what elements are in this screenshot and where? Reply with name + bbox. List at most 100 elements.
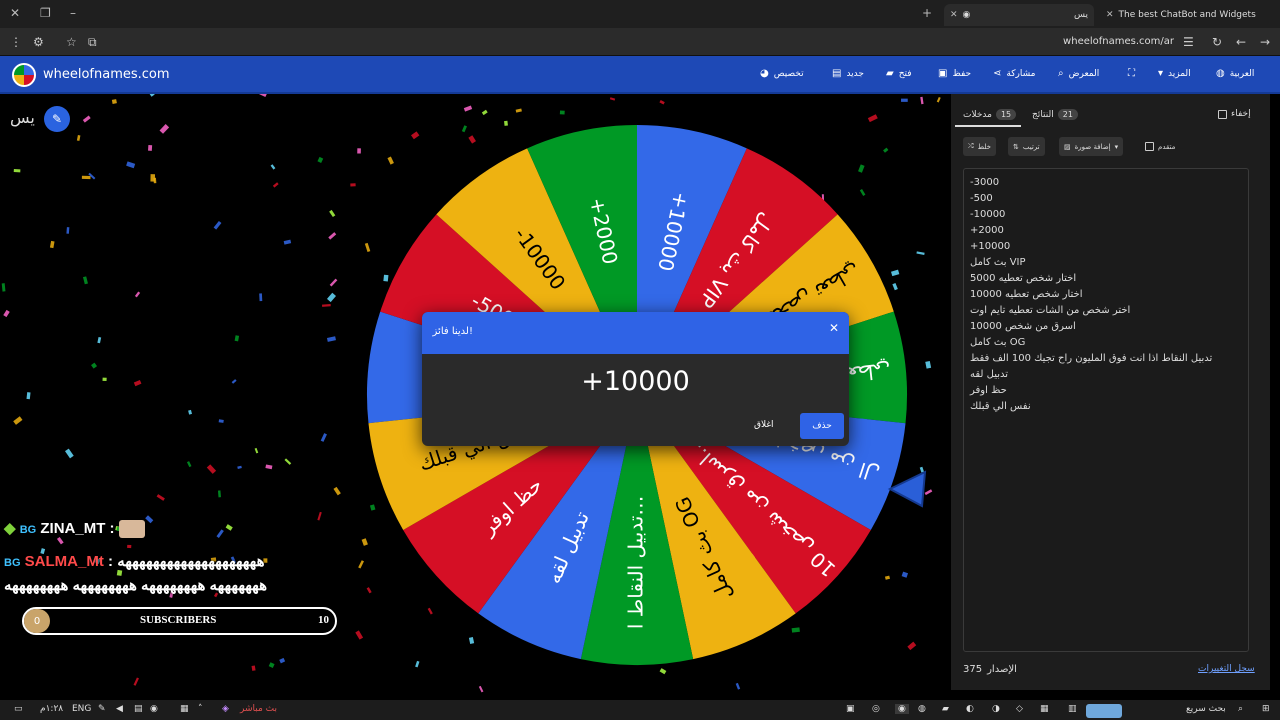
confetti-piece bbox=[461, 125, 467, 133]
record-icon[interactable]: ◉ bbox=[150, 704, 158, 714]
live-icon[interactable]: ◈ bbox=[222, 704, 229, 714]
entry-line: اختر شخص من الشات تعطيه تايم اوت bbox=[970, 305, 1131, 316]
window-close-icon[interactable]: ✕ bbox=[10, 6, 20, 20]
chat-user: SALMA_Mt bbox=[24, 553, 104, 570]
confetti-piece bbox=[478, 685, 484, 693]
confetti-piece bbox=[145, 515, 154, 524]
folder-icon[interactable]: ▰ bbox=[942, 704, 949, 714]
site-name[interactable]: wheelofnames.com bbox=[43, 67, 170, 82]
tab-entries[interactable]: مدخلات 15 bbox=[963, 109, 1017, 120]
window-minimize-icon[interactable]: – bbox=[70, 6, 76, 20]
entry-line: حظ اوفر bbox=[970, 385, 1007, 396]
confetti-piece bbox=[369, 504, 376, 511]
confetti-piece bbox=[49, 240, 55, 249]
close-button[interactable]: اغلاق bbox=[754, 420, 774, 430]
shuffle-icon: ⤮ bbox=[968, 142, 974, 150]
forward-icon[interactable]: ← bbox=[1236, 35, 1246, 49]
confetti-piece bbox=[907, 641, 917, 651]
confetti-piece bbox=[159, 124, 170, 134]
app-icon[interactable]: ▣ bbox=[846, 704, 855, 714]
nav-language[interactable]: ◍ العربية bbox=[1216, 68, 1254, 79]
entry-line: نفس الي قبلك bbox=[970, 401, 1031, 412]
confetti-piece bbox=[468, 637, 475, 645]
tab-results[interactable]: النتائج 21 bbox=[1032, 109, 1078, 120]
advanced-checkbox[interactable] bbox=[1145, 142, 1154, 151]
new-tab-icon[interactable]: + bbox=[922, 6, 932, 20]
folder-icon: ▰ bbox=[886, 68, 894, 79]
close-icon[interactable]: ✕ bbox=[950, 10, 958, 20]
shuffle-button[interactable]: ⤮ خلط bbox=[963, 137, 996, 156]
advanced-toggle[interactable]: متقدم bbox=[1140, 137, 1180, 156]
changelog-link[interactable]: سجل التغييرات bbox=[1198, 664, 1255, 674]
menu-icon[interactable]: ⋮ bbox=[10, 35, 22, 49]
live-label[interactable]: بث مباشر bbox=[240, 704, 277, 714]
hide-checkbox[interactable] bbox=[1218, 109, 1227, 119]
nav-new[interactable]: ▤ جديد bbox=[832, 68, 864, 79]
battery-icon[interactable]: ▦ bbox=[180, 704, 189, 714]
app-icon[interactable]: ▥ bbox=[1068, 704, 1077, 714]
confetti-piece bbox=[328, 232, 337, 240]
remove-button[interactable]: حذف bbox=[800, 413, 844, 439]
confetti-piece bbox=[217, 490, 221, 498]
confetti-piece bbox=[463, 105, 473, 112]
hide-toggle[interactable]: إخفاء bbox=[1218, 109, 1251, 119]
bookmark-star-icon[interactable]: ☆ bbox=[66, 35, 77, 49]
app-icon[interactable]: ◇ bbox=[1016, 704, 1023, 714]
tab-label: The best ChatBot and Widgets bbox=[1118, 10, 1256, 20]
nav-save[interactable]: ▣ حفظ bbox=[938, 68, 971, 79]
confetti-piece bbox=[925, 360, 932, 369]
logo-icon[interactable] bbox=[12, 63, 36, 87]
volume-icon[interactable]: ◀ bbox=[116, 704, 123, 714]
nav-share[interactable]: ⋖ مشاركة bbox=[993, 68, 1035, 79]
confetti-piece bbox=[251, 665, 256, 671]
nav-gallery[interactable]: ⌕ المعرض bbox=[1058, 68, 1099, 79]
start-icon[interactable]: ⊞ bbox=[1262, 704, 1270, 714]
site-settings-icon[interactable]: ☰ bbox=[1183, 35, 1194, 49]
store-icon[interactable]: ▦ bbox=[1040, 704, 1049, 714]
confetti-piece bbox=[91, 362, 98, 369]
back-icon[interactable]: → bbox=[1260, 35, 1270, 49]
edge-icon[interactable]: ◐ bbox=[966, 704, 974, 714]
clock[interactable]: ١:٢٨م bbox=[40, 704, 63, 714]
close-icon[interactable]: ✕ bbox=[829, 321, 839, 335]
badge-icon: BG bbox=[4, 557, 21, 569]
entry-line: تدبيل النقاط اذا انت فوق المليون راح تجي… bbox=[970, 353, 1213, 364]
search-icon[interactable]: ⌕ bbox=[1238, 704, 1243, 714]
confetti-piece bbox=[892, 282, 898, 291]
chrome-icon[interactable]: ◉ bbox=[895, 704, 909, 714]
nav-more[interactable]: ▾ المزيد bbox=[1158, 68, 1191, 79]
fullscreen-icon[interactable]: ⛶ bbox=[1128, 68, 1135, 79]
confetti-piece bbox=[66, 227, 70, 234]
url-text[interactable]: wheelofnames.com/ar bbox=[1063, 36, 1174, 47]
sort-button[interactable]: ⇅ ترتيب bbox=[1008, 137, 1045, 156]
widgets-icon[interactable] bbox=[1086, 704, 1122, 718]
chat-message: هههههههه ههههههههه ههههههههه ههههههههه bbox=[4, 577, 267, 594]
app-icon[interactable]: ◎ bbox=[872, 704, 880, 714]
confetti-piece bbox=[859, 189, 866, 196]
app-icon[interactable]: ◑ bbox=[992, 704, 1000, 714]
entry-line: بث كامل OG bbox=[970, 337, 1026, 348]
extension-icon[interactable]: ⚙ bbox=[33, 35, 44, 49]
search-label[interactable]: بحث سريع bbox=[1186, 704, 1226, 714]
tab-wheel[interactable]: ✕ ◉ يس bbox=[944, 4, 1094, 26]
save-icon: ▣ bbox=[938, 68, 948, 79]
nav-open[interactable]: ▰ فتح bbox=[886, 68, 912, 79]
window-restore-icon[interactable]: ❐ bbox=[40, 6, 51, 20]
subscriber-progress: 0 bbox=[24, 609, 50, 633]
tab-chatbot[interactable]: ✕ The best ChatBot and Widgets ◆ bbox=[1100, 4, 1260, 26]
network-icon[interactable]: ▤ bbox=[134, 704, 143, 714]
active-tab-indicator bbox=[955, 125, 1021, 127]
app-icon[interactable]: ◍ bbox=[918, 704, 926, 714]
globe-icon: ◍ bbox=[1216, 68, 1225, 79]
pen-icon[interactable]: ✎ bbox=[98, 704, 106, 714]
close-icon[interactable]: ✕ bbox=[1106, 10, 1114, 20]
language-indicator[interactable]: ENG bbox=[72, 704, 91, 714]
install-app-icon[interactable]: ⧉ bbox=[88, 35, 97, 50]
chevron-up-icon[interactable]: ˄ bbox=[198, 704, 203, 714]
nav-customize[interactable]: ◕ تخصيص bbox=[760, 68, 804, 79]
confetti-piece bbox=[111, 99, 117, 104]
notification-icon[interactable]: ▭ bbox=[14, 704, 23, 714]
add-image-button[interactable]: ▨ إضافة صورة ▾ bbox=[1059, 137, 1124, 156]
confetti-piece bbox=[559, 110, 565, 115]
reload-icon[interactable]: ↻ bbox=[1212, 35, 1222, 49]
